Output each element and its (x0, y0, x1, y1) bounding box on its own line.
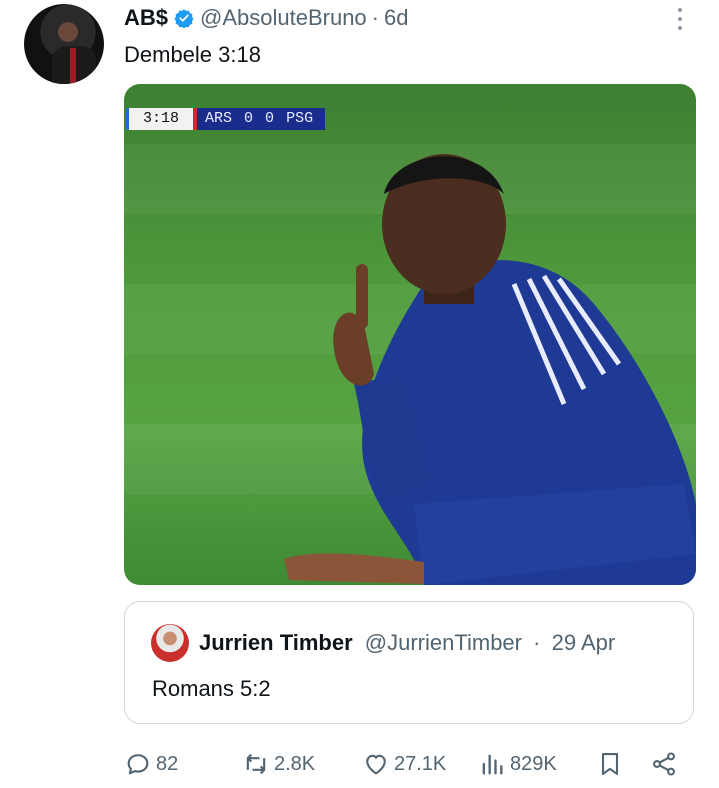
bookmark-icon (601, 753, 619, 775)
quoted-author-avatar[interactable] (151, 624, 189, 662)
tweet-header: AB$ @AbsoluteBruno · 6d (124, 4, 408, 32)
verified-badge-icon (174, 9, 194, 28)
share-button[interactable] (650, 746, 682, 782)
views-chart-icon (482, 754, 503, 775)
header-separator: · (371, 5, 379, 30)
bookmark-button[interactable] (596, 746, 628, 782)
quoted-author-handle[interactable]: @JurrienTimber (365, 630, 522, 655)
author-avatar[interactable] (24, 4, 104, 84)
away-team: PSG (286, 110, 314, 127)
more-dot (678, 8, 682, 13)
reply-count: 82 (156, 752, 179, 775)
tweet-media[interactable] (124, 84, 696, 585)
quoted-tweet-header: Jurrien Timber @JurrienTimber · 29 Apr (199, 630, 615, 656)
like-count: 27.1K (394, 752, 447, 775)
scoreboard-clock: 3:18 (126, 108, 194, 130)
heart-icon (366, 754, 386, 775)
retweet-button[interactable]: 2.8K (242, 746, 315, 782)
reply-button[interactable]: 82 (124, 746, 178, 782)
share-icon (653, 752, 675, 776)
quoted-tweet-timestamp[interactable]: 29 Apr (552, 630, 616, 655)
avatar-stripe (70, 48, 76, 84)
more-options-icon[interactable] (672, 6, 688, 32)
quoted-author-name[interactable]: Jurrien Timber (199, 630, 353, 655)
views-count: 829K (510, 752, 557, 775)
scoreboard: 3:18 ARS 0 0 PSG (126, 107, 326, 131)
home-score: 0 (244, 110, 254, 127)
retweet-icon (246, 753, 266, 775)
player-image (284, 154, 696, 585)
away-score: 0 (265, 110, 275, 127)
more-dot (678, 25, 682, 30)
author-handle[interactable]: @AbsoluteBruno (200, 5, 367, 31)
retweet-count: 2.8K (274, 752, 316, 775)
views-button[interactable]: 829K (478, 746, 557, 782)
scoreboard-teams: ARS 0 0 PSG (193, 108, 326, 130)
home-team: ARS (205, 110, 233, 127)
quoted-tweet-text: Romans 5:2 (152, 676, 271, 701)
quoted-tweet[interactable]: Jurrien Timber @JurrienTimber · 29 Apr R… (124, 601, 694, 724)
like-button[interactable]: 27.1K (362, 746, 446, 782)
reply-icon (127, 754, 149, 775)
tweet-actions: 82 2.8K 27.1K 829K (124, 746, 684, 782)
quoted-header-separator: · (533, 630, 541, 655)
more-dot (678, 16, 682, 21)
tweet-text: Dembele 3:18 (124, 42, 261, 67)
tweet-timestamp[interactable]: 6d (384, 5, 408, 31)
author-name[interactable]: AB$ (124, 5, 168, 31)
